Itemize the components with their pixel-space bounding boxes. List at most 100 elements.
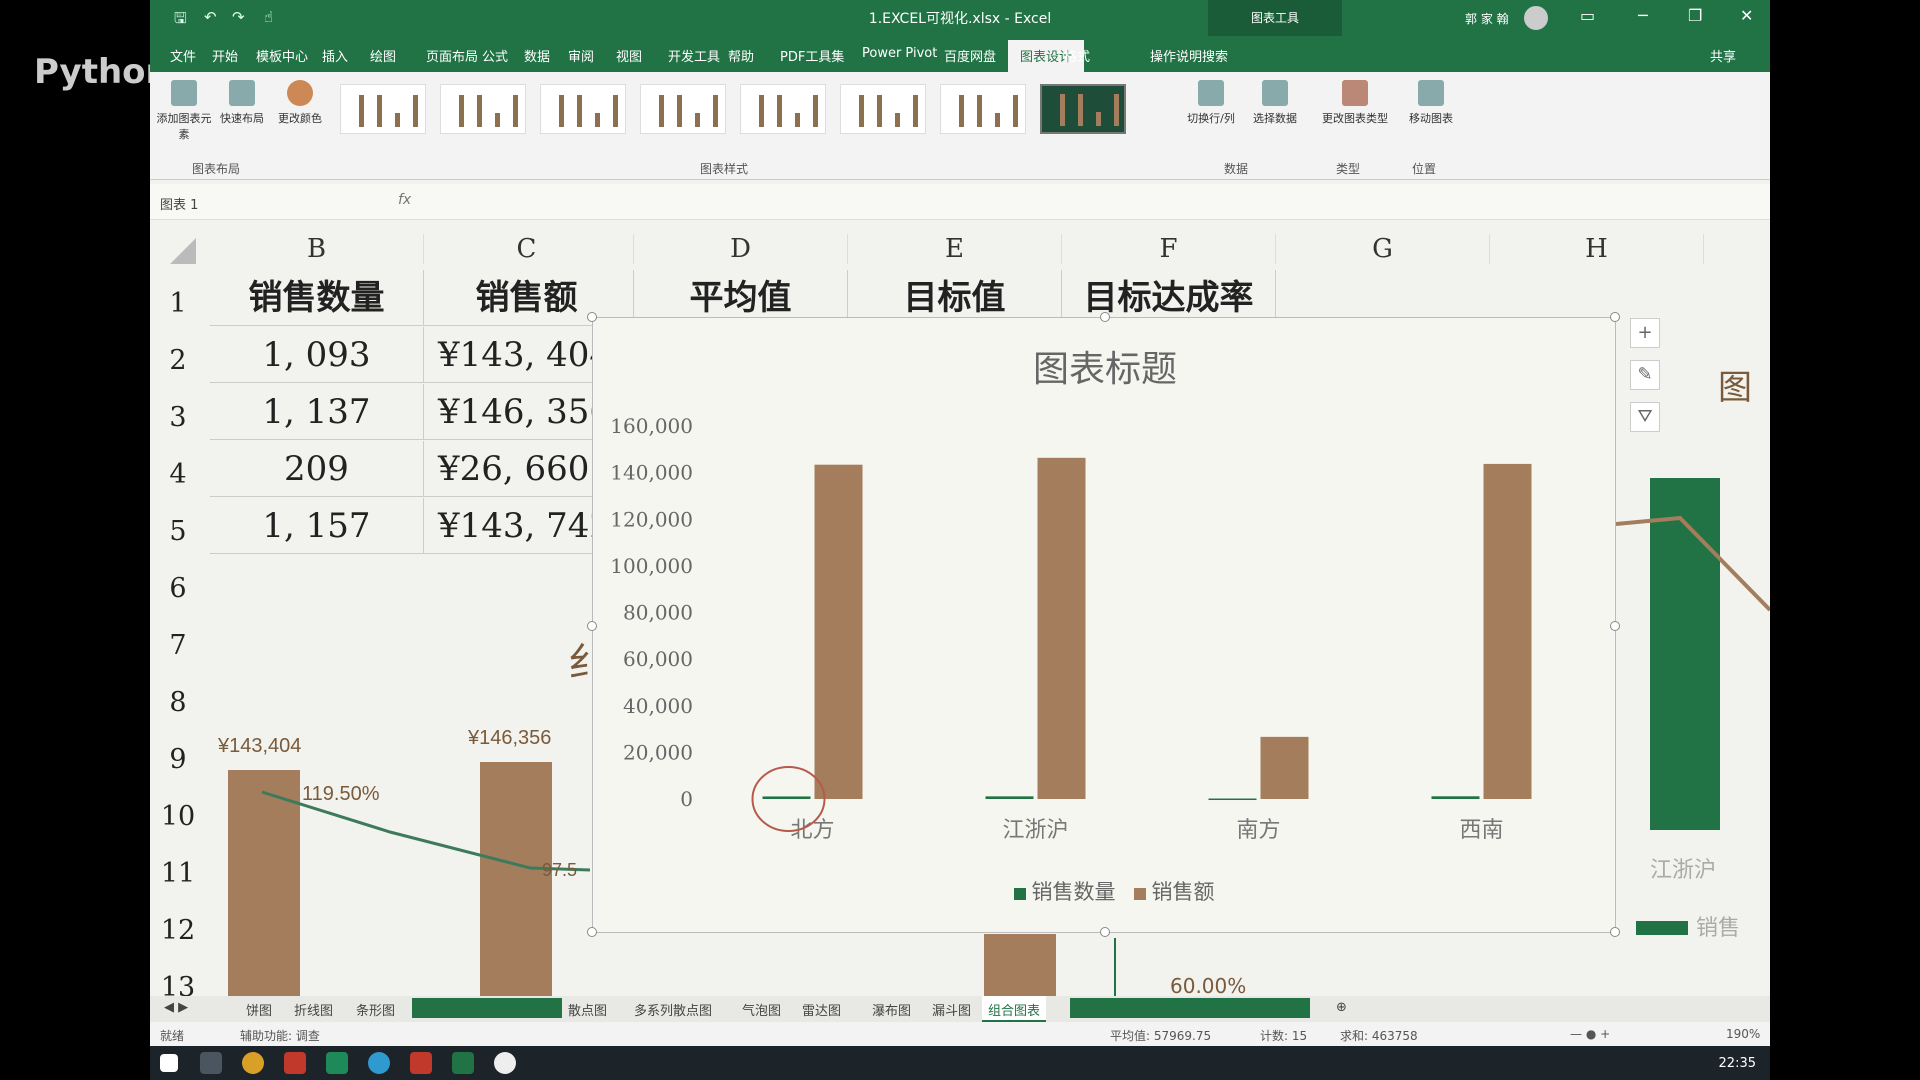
- app-icon-2[interactable]: [494, 1052, 516, 1074]
- sales-cell[interactable]: ¥26, 660: [424, 441, 594, 497]
- resize-handle-tr[interactable]: [1610, 312, 1620, 322]
- app-icon[interactable]: [326, 1052, 348, 1074]
- chart-style-7[interactable]: [940, 84, 1026, 134]
- bar-1-1[interactable]: [1037, 457, 1086, 799]
- chart-styles-brush-icon[interactable]: ✎: [1630, 360, 1660, 390]
- legend-label[interactable]: 销售数量: [1032, 880, 1116, 904]
- column-header-F[interactable]: F: [1062, 234, 1276, 264]
- resize-handle-bottom[interactable]: [1100, 927, 1110, 937]
- chrome-icon[interactable]: [368, 1052, 390, 1074]
- tab-1[interactable]: 开始: [212, 46, 238, 65]
- chart-legend[interactable]: 销售数量 销售额: [593, 876, 1617, 906]
- powerpoint-icon[interactable]: [410, 1052, 432, 1074]
- chart-style-2[interactable]: [440, 84, 526, 134]
- sales-cell[interactable]: ¥143, 404: [424, 327, 594, 383]
- row-header-3[interactable]: 3: [160, 402, 196, 433]
- header-cell[interactable]: 销售数量: [210, 270, 424, 326]
- row-header-7[interactable]: 7: [160, 630, 196, 661]
- column-header-C[interactable]: C: [420, 234, 634, 264]
- move-chart-button[interactable]: 移动图表: [1396, 80, 1466, 126]
- tab-3[interactable]: 插入: [322, 46, 348, 65]
- row-header-5[interactable]: 5: [160, 516, 196, 547]
- tab-11[interactable]: 帮助: [728, 46, 754, 65]
- ribbon-display-icon[interactable]: ▭: [1580, 6, 1595, 25]
- tab-8[interactable]: 审阅: [568, 46, 594, 65]
- close-icon[interactable]: ✕: [1740, 6, 1753, 25]
- select-data-button[interactable]: 选择数据: [1240, 80, 1310, 126]
- accessibility-status[interactable]: 辅助功能: 调查: [240, 1027, 320, 1044]
- sheet-tab-2[interactable]: 条形图: [356, 1000, 395, 1019]
- tab-12[interactable]: PDF工具集: [780, 46, 844, 65]
- user-name[interactable]: 郭 家 翰: [1465, 10, 1509, 27]
- qty-cell[interactable]: 1, 093: [210, 327, 424, 383]
- avatar[interactable]: [1524, 6, 1548, 30]
- chart-style-1[interactable]: [340, 84, 426, 134]
- tab-7[interactable]: 数据: [524, 46, 550, 65]
- column-header-G[interactable]: G: [1276, 234, 1490, 264]
- column-header-E[interactable]: E: [848, 234, 1062, 264]
- row-header-8[interactable]: 8: [160, 687, 196, 718]
- sheet-tab-3[interactable]: [412, 998, 562, 1018]
- excel-taskbar-icon[interactable]: [452, 1052, 474, 1074]
- bar-0-1[interactable]: [985, 796, 1034, 799]
- qty-cell[interactable]: 1, 157: [210, 498, 424, 554]
- chart-filter-icon[interactable]: ⛛: [1630, 402, 1660, 432]
- sheet-tab-4[interactable]: 散点图: [568, 1000, 607, 1019]
- tell-me-search[interactable]: 操作说明搜索: [1150, 46, 1228, 65]
- chart-style-3[interactable]: [540, 84, 626, 134]
- switch-row-col-button[interactable]: 切换行/列: [1176, 80, 1246, 126]
- qty-cell[interactable]: 1, 137: [210, 384, 424, 440]
- add-sheet-icon[interactable]: ⊕: [1336, 1000, 1347, 1015]
- sales-cell[interactable]: ¥143, 742: [424, 498, 594, 554]
- tab-9[interactable]: 视图: [616, 46, 642, 65]
- sheet-tab-8[interactable]: 瀑布图: [872, 1000, 911, 1019]
- legend-label[interactable]: 销售额: [1152, 880, 1215, 904]
- bar-1-2[interactable]: [1260, 736, 1309, 799]
- tab-5[interactable]: 页面布局: [426, 46, 478, 65]
- sheet-tab-5[interactable]: 多系列散点图: [634, 1000, 712, 1019]
- tab-6[interactable]: 公式: [482, 46, 508, 65]
- chart-style-8[interactable]: [1040, 84, 1126, 134]
- sheet-tab-6[interactable]: 气泡图: [742, 1000, 781, 1019]
- sheet-tab-1[interactable]: 折线图: [294, 1000, 333, 1019]
- chart-plot-area[interactable]: 0 20,000 40,000 60,000 80,000 100,000 120,000 1…: [593, 318, 1617, 934]
- bar-0-2[interactable]: [1208, 798, 1257, 801]
- column-header-D[interactable]: D: [634, 234, 848, 264]
- resize-handle-br[interactable]: [1610, 927, 1620, 937]
- share-button[interactable]: 共享: [1710, 46, 1736, 65]
- resize-handle-bl[interactable]: [587, 927, 597, 937]
- add-chart-element-button[interactable]: 添加图表元素: [156, 80, 212, 142]
- tab-4[interactable]: 绘图: [370, 46, 396, 65]
- fx-icon[interactable]: fx: [398, 192, 411, 208]
- zoom-level[interactable]: 190%: [1726, 1027, 1760, 1041]
- sheet-tab-10[interactable]: 组合图表: [982, 996, 1047, 1022]
- resize-handle-top[interactable]: [1100, 312, 1110, 322]
- column-header-H[interactable]: H: [1490, 234, 1704, 264]
- row-header-6[interactable]: 6: [160, 573, 196, 604]
- change-chart-type-button[interactable]: 更改图表类型: [1320, 80, 1390, 126]
- tab-13[interactable]: Power Pivot: [862, 46, 937, 61]
- tab-16[interactable]: 格式: [1064, 46, 1090, 65]
- chart-style-5[interactable]: [740, 84, 826, 134]
- selected-chart[interactable]: 图表标题 0 20,000 40,000 60,000 80,000 100,000 120…: [587, 312, 1620, 937]
- resize-handle-right[interactable]: [1610, 621, 1620, 631]
- column-header-B[interactable]: B: [210, 234, 424, 264]
- chart-style-6[interactable]: [840, 84, 926, 134]
- row-header-1[interactable]: 1: [160, 288, 196, 319]
- search-icon[interactable]: [200, 1052, 222, 1074]
- tab-0[interactable]: 文件: [170, 46, 196, 65]
- sheet-tab-extra[interactable]: [1070, 998, 1310, 1018]
- resize-handle-tl[interactable]: [587, 312, 597, 322]
- row-header-4[interactable]: 4: [160, 459, 196, 490]
- sheet-tab-7[interactable]: 雷达图: [802, 1000, 841, 1019]
- resize-handle-left[interactable]: [587, 621, 597, 631]
- windows-start-icon[interactable]: [160, 1054, 178, 1072]
- row-header-2[interactable]: 2: [160, 345, 196, 376]
- bar-1-0[interactable]: [814, 464, 863, 799]
- maximize-icon[interactable]: ❐: [1688, 6, 1702, 25]
- sheet-tab-0[interactable]: 饼图: [246, 1000, 272, 1019]
- quick-layout-button[interactable]: 快速布局: [214, 80, 270, 126]
- bar-0-3[interactable]: [1431, 796, 1480, 799]
- sales-cell[interactable]: ¥146, 356: [424, 384, 594, 440]
- select-all-corner[interactable]: [170, 238, 196, 264]
